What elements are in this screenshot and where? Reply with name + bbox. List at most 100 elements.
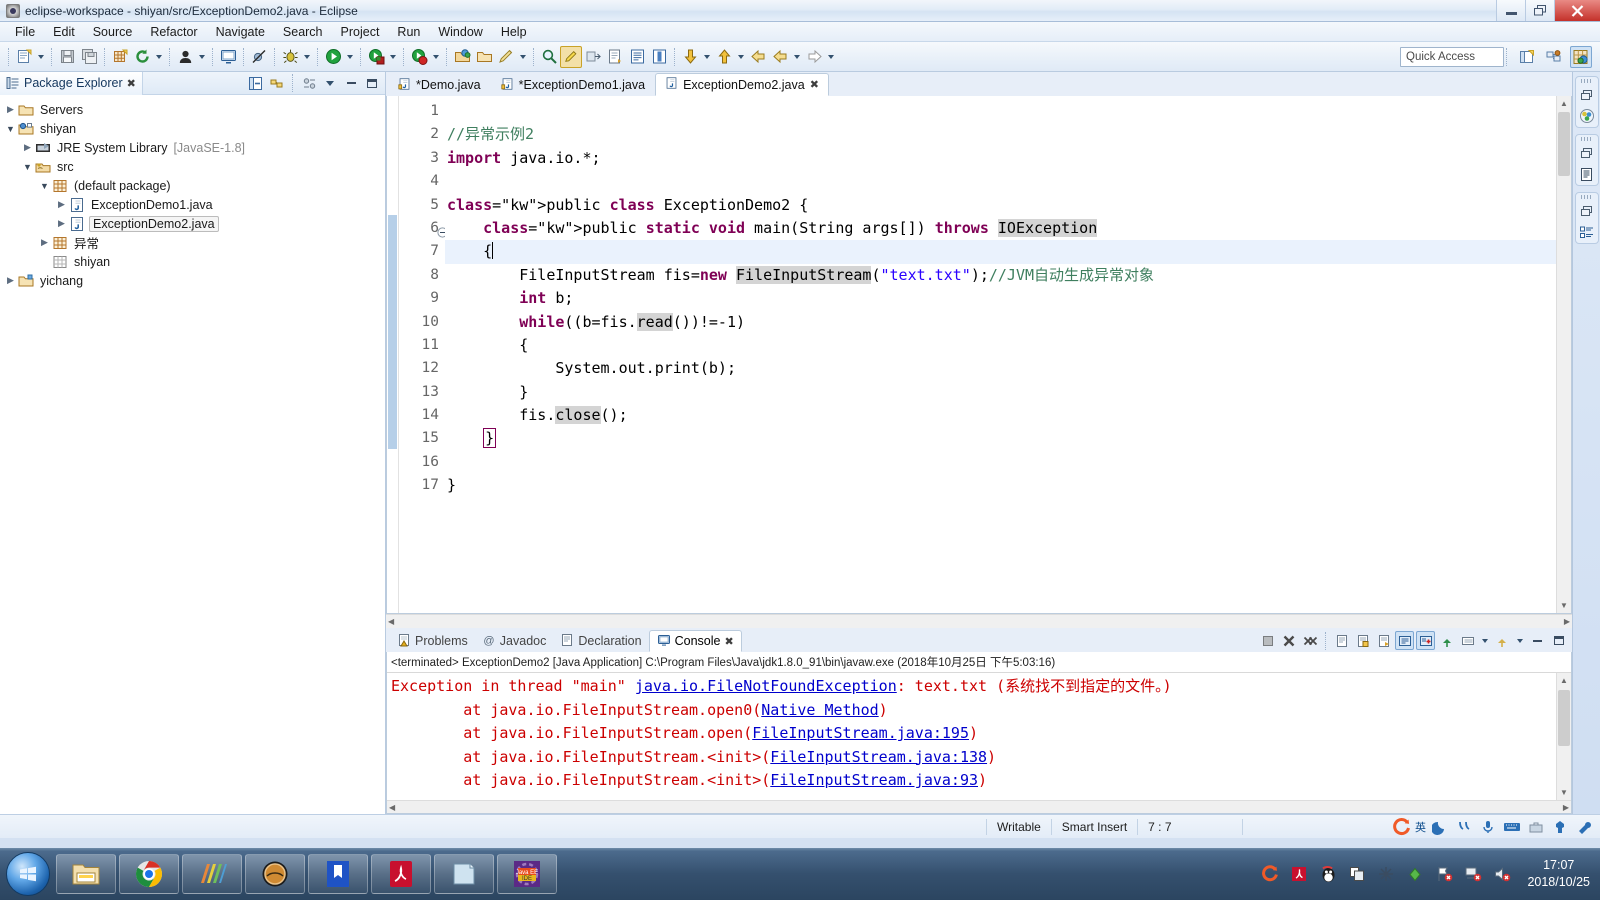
stacktrace-link[interactable]: FileInputStream.java:195 [752,724,969,742]
new-button[interactable] [13,46,35,68]
new-dropdown-arrow[interactable] [38,54,44,59]
minimize-view-button[interactable] [342,74,360,92]
tree-item-shiyan[interactable]: shiyan [4,252,385,271]
network-error-tray-icon[interactable] [1463,864,1483,884]
forward-dropdown-arrow[interactable] [828,54,834,59]
restore-view-icon[interactable] [1578,86,1596,104]
tree-item-src[interactable]: ▼ src [4,157,385,176]
console-vertical-scrollbar[interactable]: ▲ ▼ [1556,673,1571,800]
debug-dropdown-arrow[interactable] [304,54,310,59]
menu-source[interactable]: Source [84,23,142,41]
editor-tab-exceptiondemo1-java[interactable]: *ExceptionDemo1.java [490,73,656,96]
tree-item-exceptiondemo1-java[interactable]: ▶ ExceptionDemo1.java [4,195,385,214]
expand-arrow-right-icon[interactable]: ▶ [55,195,68,214]
scroll-lock-button[interactable] [1353,631,1372,650]
tree-item-jre-system-library[interactable]: ▶ JRE System Library [JavaSE-1.8] [4,138,385,157]
terminate-button[interactable] [1258,631,1277,650]
stacktrace-link[interactable]: FileInputStream.java:138 [770,748,987,766]
save-all-button[interactable] [78,46,100,68]
close-icon[interactable]: ✖ [810,78,819,91]
minimize-button[interactable] [1496,0,1525,21]
stop-server-dropdown-arrow[interactable] [433,54,439,59]
scroll-right-arrow[interactable]: ▶ [1564,617,1570,626]
volume-muted-tray-icon[interactable] [1492,864,1512,884]
console-select-button[interactable] [1458,631,1477,650]
tab-package-explorer[interactable]: Package Explorer ✖ [0,71,143,95]
menu-edit[interactable]: Edit [44,23,84,41]
taskbar-app4-button[interactable] [182,854,242,894]
task-list-view-icon[interactable] [1578,223,1596,241]
view-menu-filters-button[interactable] [300,74,318,92]
taskbar-javaee-eclipse-button[interactable]: Java EE IDE [497,854,557,894]
console-select-dropdown-arrow[interactable] [1482,638,1488,643]
display-selected-console-button[interactable] [1395,631,1414,650]
previous-edit-dropdown-arrow[interactable] [738,54,744,59]
open-task-button[interactable] [473,46,495,68]
run-button[interactable] [322,46,344,68]
menu-file[interactable]: File [6,23,44,41]
view-menu-button[interactable] [321,74,339,92]
next-annotation-button[interactable] [604,46,626,68]
new-java-class-button[interactable] [451,46,473,68]
scrollbar-thumb[interactable] [1558,690,1570,746]
document-view-icon[interactable] [1578,165,1596,183]
back-dropdown-arrow[interactable] [794,54,800,59]
flag-error-tray-icon[interactable] [1434,864,1454,884]
scroll-down-arrow[interactable]: ▼ [1557,785,1571,800]
new-console-dropdown-arrow[interactable] [1517,638,1523,643]
open-perspective-button[interactable] [1516,46,1538,68]
annotation-dropdown-arrow[interactable] [520,54,526,59]
sogou-logo-icon[interactable] [1391,817,1411,837]
tree-item-[interactable]: ▶ 异常 [4,233,385,252]
minimize-console-button[interactable] [1528,631,1547,650]
scroll-down-arrow[interactable]: ▼ [1557,598,1571,613]
user-button[interactable] [174,46,196,68]
taskbar-acrobat-button[interactable] [371,854,431,894]
editor-tab-exceptiondemo2-java[interactable]: ExceptionDemo2.java ✖ [655,73,829,96]
editor-tab-demo-java[interactable]: *Demo.java [388,73,491,96]
quick-access-input[interactable]: Quick Access [1400,47,1504,67]
console-output[interactable]: Exception in thread "main" java.io.FileN… [387,673,1556,800]
scroll-up-arrow[interactable]: ▲ [1557,673,1571,688]
previous-edit-location-button[interactable] [713,46,735,68]
open-console-button[interactable] [1416,631,1435,650]
green-shield-tray-icon[interactable] [1405,864,1425,884]
drag-handle[interactable] [1580,137,1593,141]
stacktrace-link[interactable]: Native Method [761,701,878,719]
editor-horizontal-scrollbar[interactable]: ◀ ▶ [386,614,1572,628]
sogou-tray-icon[interactable] [1260,864,1280,884]
collapse-all-button[interactable] [246,74,264,92]
expand-arrow-right-icon[interactable]: ▶ [38,233,51,252]
next-edit-dropdown-arrow[interactable] [704,54,710,59]
maximize-view-button[interactable] [363,74,381,92]
close-icon[interactable]: ✖ [724,635,733,648]
ime-settings-icon[interactable] [1574,817,1594,837]
ime-toolbox-icon[interactable] [1526,817,1546,837]
tree-item-servers[interactable]: ▶ Servers [4,100,385,119]
next-edit-location-button[interactable] [679,46,701,68]
outline-view-icon[interactable] [1578,107,1596,125]
expand-arrow-right-icon[interactable]: ▶ [21,138,34,157]
snowflake-tray-icon[interactable] [1376,864,1396,884]
open-outline-button[interactable] [626,46,648,68]
scroll-right-arrow[interactable]: ▶ [1563,803,1569,812]
copy-tray-icon[interactable] [1347,864,1367,884]
console-tab-javadoc[interactable]: @ Javadoc [475,630,554,652]
menu-help[interactable]: Help [492,23,536,41]
restore-view-icon[interactable] [1578,202,1596,220]
taskbar-clock[interactable]: 17:07 2018/10/25 [1527,857,1590,891]
menu-search[interactable]: Search [274,23,332,41]
forward-button[interactable] [803,46,825,68]
ime-skin-icon[interactable] [1550,817,1570,837]
ime-punctuation-icon[interactable] [1454,817,1474,837]
qq-penguin-icon[interactable] [1318,864,1338,884]
taskbar-wps-button[interactable] [308,854,368,894]
skip-breakpoints-button[interactable] [248,46,270,68]
console-horizontal-scrollbar[interactable]: ◀ ▶ [387,800,1571,813]
console-tab-declaration[interactable]: Declaration [553,630,648,652]
project-tree[interactable]: ▶ Servers ▼ shiyan ▶ JRE System Library [JavaS… [0,95,385,814]
annotation-button[interactable] [495,46,517,68]
back-button[interactable] [747,46,769,68]
taskbar-chrome-button[interactable] [119,854,179,894]
scroll-up-arrow[interactable]: ▲ [1557,96,1571,111]
